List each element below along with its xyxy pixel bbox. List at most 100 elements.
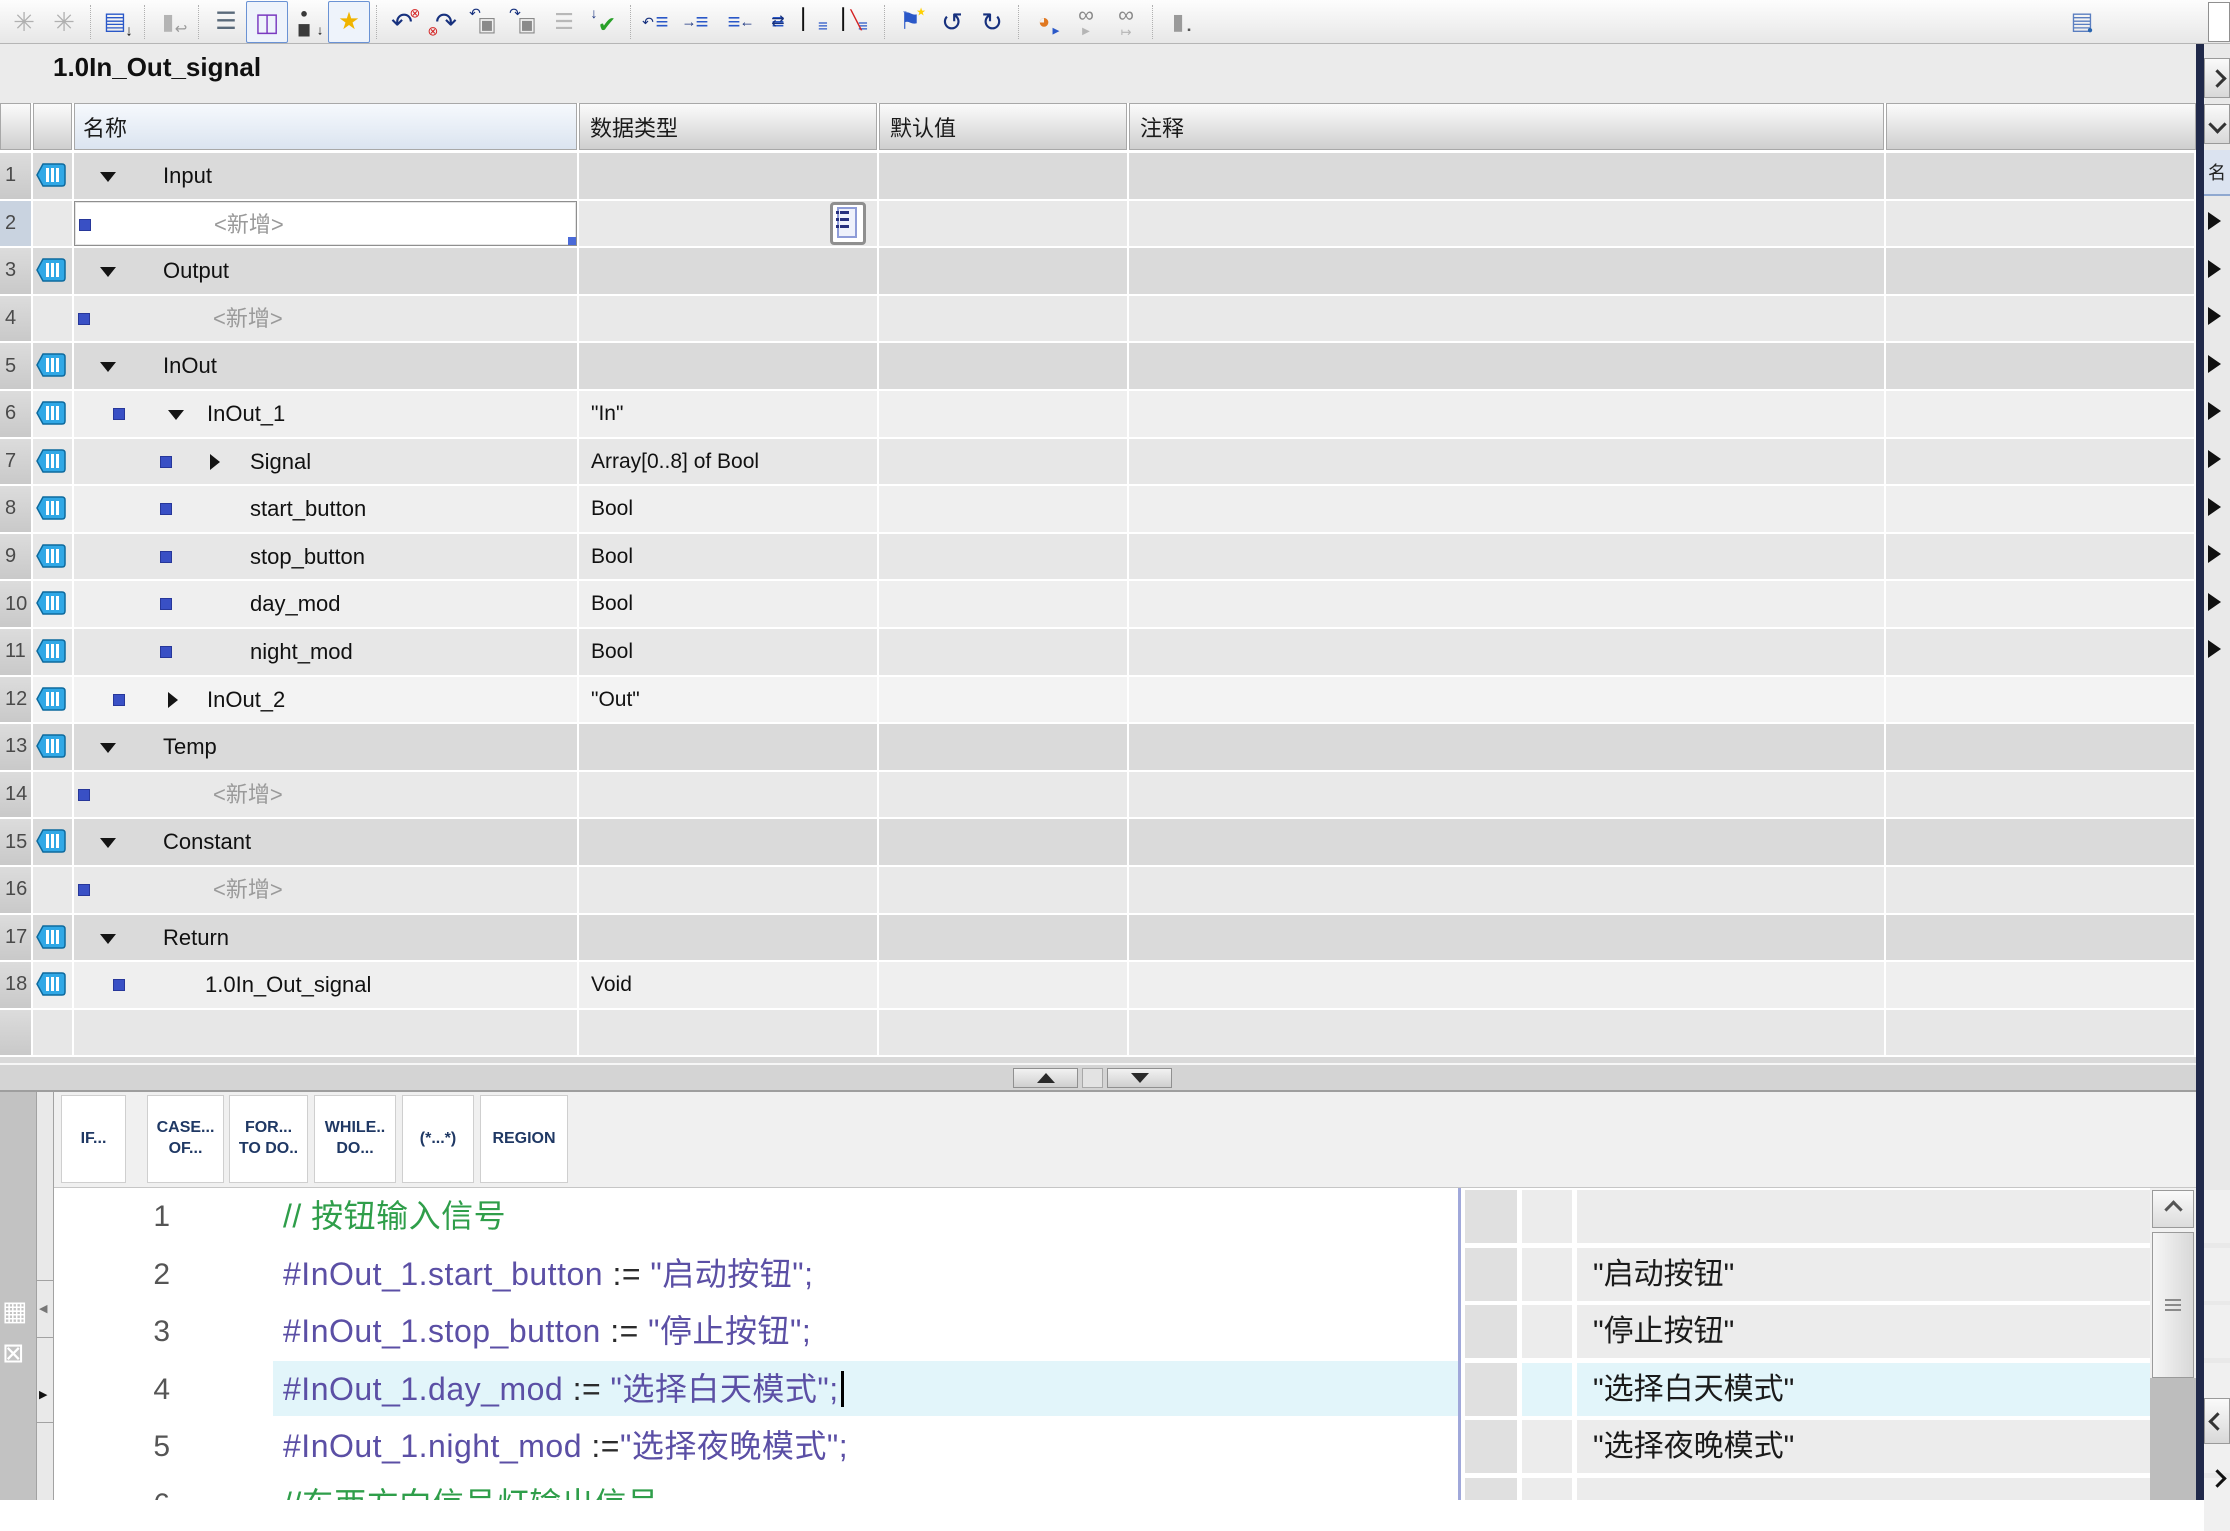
row-number-cell[interactable]: 4 bbox=[0, 296, 31, 342]
name-cell[interactable]: 1.0In_Out_signal bbox=[74, 962, 577, 1008]
expand-right-icon[interactable]: ▶ bbox=[39, 1390, 47, 1401]
row-expand-arrow-icon[interactable] bbox=[2208, 593, 2221, 611]
expander-right-icon[interactable] bbox=[210, 454, 220, 470]
row-number-cell[interactable]: 11 bbox=[0, 629, 31, 675]
row-number-cell[interactable]: 10 bbox=[0, 581, 31, 627]
name-cell[interactable]: <新增> bbox=[74, 772, 577, 818]
datatype-cell[interactable]: Array[0..8] of Bool bbox=[579, 439, 877, 485]
name-cell[interactable]: night_mod bbox=[74, 629, 577, 675]
bookmark-prev-icon[interactable]: ↺ bbox=[932, 2, 972, 42]
code-line[interactable]: #InOut_1.night_mod :="选择夜晚模式"; bbox=[283, 1418, 848, 1476]
snippet-button-while[interactable]: WHILE..DO... bbox=[314, 1095, 396, 1183]
row-number-cell[interactable]: 17 bbox=[0, 915, 31, 961]
bookmark-next-icon[interactable]: ↻ bbox=[972, 2, 1012, 42]
snapshot-save-icon[interactable]: ▣↷ bbox=[504, 2, 544, 42]
horizontal-splitter[interactable] bbox=[0, 1063, 2196, 1092]
variable-name[interactable]: Signal bbox=[250, 439, 311, 485]
comment-cell[interactable] bbox=[1129, 962, 1884, 1008]
datatype-cell[interactable] bbox=[579, 819, 877, 865]
outline-icon[interactable]: ☰ bbox=[206, 2, 246, 42]
default-value-cell[interactable] bbox=[879, 629, 1127, 675]
default-value-cell[interactable] bbox=[879, 677, 1127, 723]
header-default[interactable]: 默认值 bbox=[879, 103, 1127, 150]
param-output-icon[interactable]: ≡→ bbox=[678, 2, 718, 42]
default-value-cell[interactable] bbox=[879, 296, 1127, 342]
datatype-cell[interactable] bbox=[579, 915, 877, 961]
insert-row-icon[interactable]: ▤↓ bbox=[98, 2, 138, 42]
variable-name[interactable]: stop_button bbox=[250, 534, 365, 580]
row-number-cell[interactable]: 8 bbox=[0, 486, 31, 532]
close-box-icon[interactable]: ⊠ bbox=[2, 1340, 25, 1367]
comment-cell[interactable] bbox=[1129, 439, 1884, 485]
name-cell[interactable]: start_button bbox=[74, 486, 577, 532]
datatype-cell[interactable]: Bool bbox=[579, 486, 877, 532]
default-value-cell[interactable] bbox=[879, 534, 1127, 580]
comment-cell[interactable] bbox=[1129, 296, 1884, 342]
name-cell[interactable]: Output bbox=[74, 248, 577, 294]
row-number-cell[interactable]: 12 bbox=[0, 677, 31, 723]
variable-name[interactable]: Return bbox=[163, 915, 229, 961]
name-cell[interactable]: day_mod bbox=[74, 581, 577, 627]
datatype-cell[interactable]: "Out" bbox=[579, 677, 877, 723]
default-value-cell[interactable] bbox=[879, 201, 1127, 247]
snippet-button-case[interactable]: CASE...OF... bbox=[147, 1095, 224, 1183]
row-number-cell[interactable]: 14 bbox=[0, 772, 31, 818]
row-expand-arrow-icon[interactable] bbox=[2208, 498, 2221, 516]
snippet-button-for[interactable]: FOR...TO DO.. bbox=[229, 1095, 308, 1183]
comment-cell[interactable] bbox=[1129, 391, 1884, 437]
comment-cell[interactable] bbox=[1129, 867, 1884, 913]
split-editor-icon[interactable]: ▤● bbox=[2062, 2, 2102, 42]
default-value-cell[interactable] bbox=[879, 343, 1127, 389]
code-line[interactable]: #InOut_1.day_mod := "选择白天模式"; bbox=[283, 1361, 844, 1419]
compile-disabled-icon[interactable]: ✳ bbox=[4, 2, 44, 42]
scl-code-area[interactable]: 1// 按钮输入信号2#InOut_1.start_button := "启动按… bbox=[54, 1188, 2150, 1500]
knowhow-protection-icon[interactable]: ◕▶ bbox=[1026, 2, 1066, 42]
datatype-cell[interactable]: Bool bbox=[579, 534, 877, 580]
header-comment[interactable]: 注释 bbox=[1129, 103, 1884, 150]
variable-name[interactable]: <新增> bbox=[213, 772, 283, 818]
accept-values-icon[interactable]: ✔↓ bbox=[584, 2, 624, 42]
panel-expand-right-bottom-button[interactable] bbox=[2204, 1456, 2230, 1500]
default-value-cell[interactable] bbox=[879, 153, 1127, 199]
default-value-cell[interactable] bbox=[879, 962, 1127, 1008]
row-expand-arrow-icon[interactable] bbox=[2208, 260, 2221, 278]
comment-cell[interactable] bbox=[1129, 581, 1884, 627]
comment-cell[interactable] bbox=[1129, 629, 1884, 675]
row-expand-arrow-icon[interactable] bbox=[2208, 212, 2221, 230]
comment-cell[interactable] bbox=[1129, 153, 1884, 199]
default-value-cell[interactable] bbox=[879, 1010, 1127, 1056]
default-value-cell[interactable] bbox=[879, 724, 1127, 770]
comment-cell[interactable] bbox=[1129, 819, 1884, 865]
default-value-cell[interactable] bbox=[879, 486, 1127, 532]
bookmark-new-icon[interactable]: ⚑★ bbox=[892, 2, 932, 42]
side-comment-cell[interactable] bbox=[1577, 1190, 2150, 1243]
header-name[interactable]: 名称 bbox=[74, 103, 577, 150]
variable-name[interactable]: night_mod bbox=[250, 629, 353, 675]
header-datatype[interactable]: 数据类型 bbox=[579, 103, 877, 150]
datatype-cell[interactable] bbox=[579, 343, 877, 389]
comment-cell[interactable] bbox=[1129, 1010, 1884, 1056]
comment-cell[interactable] bbox=[1129, 915, 1884, 961]
favorites-icon[interactable]: ★ bbox=[328, 1, 370, 43]
expander-down-icon[interactable] bbox=[100, 267, 116, 277]
grid-view-icon[interactable]: ▦ bbox=[2, 1298, 28, 1325]
text-block-icon[interactable]: ☰ bbox=[544, 2, 584, 42]
datatype-cell[interactable] bbox=[579, 1010, 877, 1056]
variable-name[interactable]: InOut bbox=[163, 343, 217, 389]
row-expand-arrow-icon[interactable] bbox=[2208, 402, 2221, 420]
row-number-cell[interactable]: 1 bbox=[0, 153, 31, 199]
segment-delete-icon[interactable]: ▏≡╲ bbox=[838, 2, 878, 42]
comment-cell[interactable] bbox=[1129, 486, 1884, 532]
default-value-cell[interactable] bbox=[879, 819, 1127, 865]
side-comment-cell[interactable]: "启动按钮" bbox=[1577, 1248, 2150, 1301]
variable-name[interactable]: <新增> bbox=[213, 296, 283, 342]
row-number-cell[interactable]: 2 bbox=[0, 201, 31, 247]
discard-back-icon[interactable]: ↶⊗ bbox=[384, 2, 424, 42]
row-expand-arrow-icon[interactable] bbox=[2208, 307, 2221, 325]
db-protect-icon[interactable]: ▮▪ bbox=[1160, 2, 1200, 42]
default-value-cell[interactable] bbox=[879, 867, 1127, 913]
expander-down-icon[interactable] bbox=[100, 362, 116, 372]
name-cell[interactable]: InOut bbox=[74, 343, 577, 389]
datatype-browse-button[interactable] bbox=[830, 202, 866, 245]
param-remove-icon[interactable]: ≡← bbox=[718, 2, 758, 42]
